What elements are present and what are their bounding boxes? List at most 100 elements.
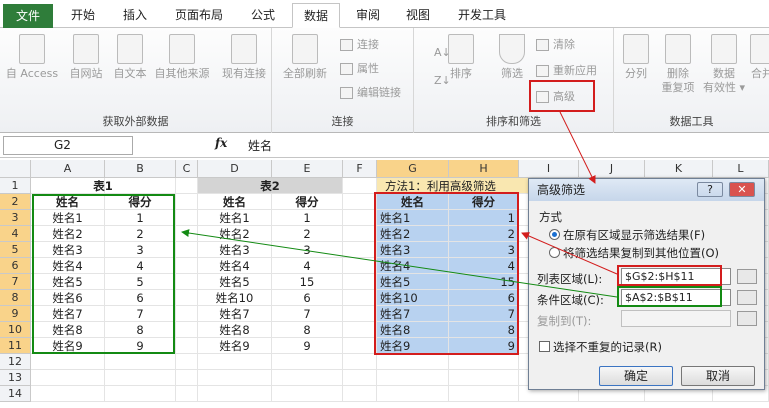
close-button[interactable]: ✕ <box>729 182 755 197</box>
tab-home[interactable]: 开始 <box>60 3 106 28</box>
clear-filter-button[interactable]: 清除 <box>536 36 575 54</box>
table-cell[interactable]: 姓名7 <box>377 306 449 322</box>
table-cell[interactable]: 姓名7 <box>198 306 272 322</box>
grid-cell[interactable] <box>377 354 449 370</box>
table-cell[interactable]: 2 <box>449 226 519 242</box>
list-range-input[interactable]: $G$2:$H$11 <box>621 268 731 285</box>
consolidate-button[interactable]: 合并 <box>750 34 769 81</box>
table-cell[interactable]: 1 <box>105 210 176 226</box>
grid-cell[interactable] <box>176 370 198 386</box>
unique-records-checkbox[interactable]: 选择不重复的记录(R) <box>539 339 662 355</box>
row-header-9[interactable]: 9 <box>0 306 31 322</box>
table-cell[interactable]: 姓名10 <box>198 290 272 306</box>
grid-cell[interactable] <box>343 274 377 290</box>
table-cell[interactable]: 姓名2 <box>31 226 105 242</box>
table-cell[interactable]: 7 <box>449 306 519 322</box>
grid-cell[interactable] <box>31 370 105 386</box>
remove-duplicates-button[interactable]: 删除 重复项 <box>658 34 698 95</box>
table2-header-score[interactable]: 得分 <box>272 194 343 210</box>
grid-cell[interactable] <box>176 226 198 242</box>
row-header-11[interactable]: 11 <box>0 338 31 354</box>
table-cell[interactable]: 1 <box>449 210 519 226</box>
option-in-place[interactable]: 在原有区域显示筛选结果(F) <box>549 227 705 243</box>
column-header-h[interactable]: H <box>449 160 519 178</box>
grid-cell[interactable] <box>343 354 377 370</box>
column-header-a[interactable]: A <box>31 160 105 178</box>
grid-cell[interactable] <box>449 354 519 370</box>
table-cell[interactable]: 姓名3 <box>377 242 449 258</box>
tab-review[interactable]: 审阅 <box>346 3 390 28</box>
table-cell[interactable]: 姓名7 <box>31 306 105 322</box>
table1-title[interactable]: 表1 <box>31 178 176 194</box>
reapply-filter-button[interactable]: 重新应用 <box>536 62 597 80</box>
table-cell[interactable]: 姓名3 <box>31 242 105 258</box>
grid-cell[interactable] <box>198 386 272 402</box>
table2-title[interactable]: 表2 <box>198 178 343 194</box>
grid-cell[interactable] <box>176 322 198 338</box>
row-header-3[interactable]: 3 <box>0 210 31 226</box>
tab-file[interactable]: 文件 <box>3 4 53 28</box>
grid-cell[interactable] <box>272 370 343 386</box>
grid-cell[interactable] <box>343 178 377 194</box>
row-header-13[interactable]: 13 <box>0 370 31 386</box>
grid-cell[interactable] <box>343 194 377 210</box>
grid-cell[interactable] <box>272 354 343 370</box>
table-cell[interactable]: 6 <box>449 290 519 306</box>
row-header-8[interactable]: 8 <box>0 290 31 306</box>
table2-header-name[interactable]: 姓名 <box>198 194 272 210</box>
grid-cell[interactable] <box>343 386 377 402</box>
help-button[interactable]: ? <box>697 182 723 197</box>
properties-button[interactable]: 属性 <box>340 60 379 78</box>
table-cell[interactable]: 姓名8 <box>377 322 449 338</box>
table-cell[interactable]: 姓名4 <box>198 258 272 274</box>
grid-cell[interactable] <box>198 354 272 370</box>
column-header-k[interactable]: K <box>645 160 713 178</box>
table-cell[interactable]: 姓名8 <box>31 322 105 338</box>
table-cell[interactable]: 2 <box>105 226 176 242</box>
grid-cell[interactable] <box>343 226 377 242</box>
table-cell[interactable]: 4 <box>105 258 176 274</box>
table-cell[interactable]: 姓名2 <box>377 226 449 242</box>
grid-cell[interactable] <box>176 242 198 258</box>
copy-to-collapse-button[interactable] <box>737 311 757 326</box>
filter-button[interactable]: 筛选 <box>494 34 530 81</box>
advanced-filter-button[interactable]: 高级 <box>536 88 575 106</box>
table-cell[interactable]: 8 <box>449 322 519 338</box>
table1-header-score[interactable]: 得分 <box>105 194 176 210</box>
table-cell[interactable]: 姓名5 <box>198 274 272 290</box>
grid-cell[interactable] <box>31 354 105 370</box>
tab-insert[interactable]: 插入 <box>112 3 158 28</box>
ok-button[interactable]: 确定 <box>599 366 673 386</box>
refresh-all-button[interactable]: 全部刷新 <box>280 34 330 81</box>
column-header-f[interactable]: F <box>343 160 377 178</box>
table-cell[interactable]: 姓名4 <box>31 258 105 274</box>
table-cell[interactable]: 7 <box>105 306 176 322</box>
table-cell[interactable]: 6 <box>272 290 343 306</box>
grid-cell[interactable] <box>176 210 198 226</box>
table-cell[interactable]: 3 <box>449 242 519 258</box>
table-cell[interactable]: 姓名1 <box>377 210 449 226</box>
grid-cell[interactable] <box>272 386 343 402</box>
table-cell[interactable]: 姓名9 <box>377 338 449 354</box>
grid-cell[interactable] <box>176 290 198 306</box>
criteria-range-input[interactable]: $A$2:$B$11 <box>621 289 731 306</box>
list-range-collapse-button[interactable] <box>737 269 757 284</box>
table-cell[interactable]: 姓名6 <box>31 290 105 306</box>
select-all-corner[interactable] <box>0 160 31 178</box>
row-header-10[interactable]: 10 <box>0 322 31 338</box>
row-header-12[interactable]: 12 <box>0 354 31 370</box>
edit-links-button[interactable]: 编辑链接 <box>340 84 401 102</box>
grid-cell[interactable] <box>176 194 198 210</box>
grid-cell[interactable] <box>198 370 272 386</box>
tab-view[interactable]: 视图 <box>396 3 440 28</box>
grid-cell[interactable] <box>176 338 198 354</box>
table-cell[interactable]: 姓名9 <box>198 338 272 354</box>
column-header-j[interactable]: J <box>579 160 645 178</box>
tab-developer[interactable]: 开发工具 <box>448 3 516 28</box>
grid-cell[interactable] <box>343 338 377 354</box>
copy-to-input[interactable] <box>621 310 731 327</box>
existing-connections-button[interactable]: 现有连接 <box>218 34 270 81</box>
grid-cell[interactable] <box>105 386 176 402</box>
table-cell[interactable]: 1 <box>272 210 343 226</box>
grid-cell[interactable] <box>105 354 176 370</box>
